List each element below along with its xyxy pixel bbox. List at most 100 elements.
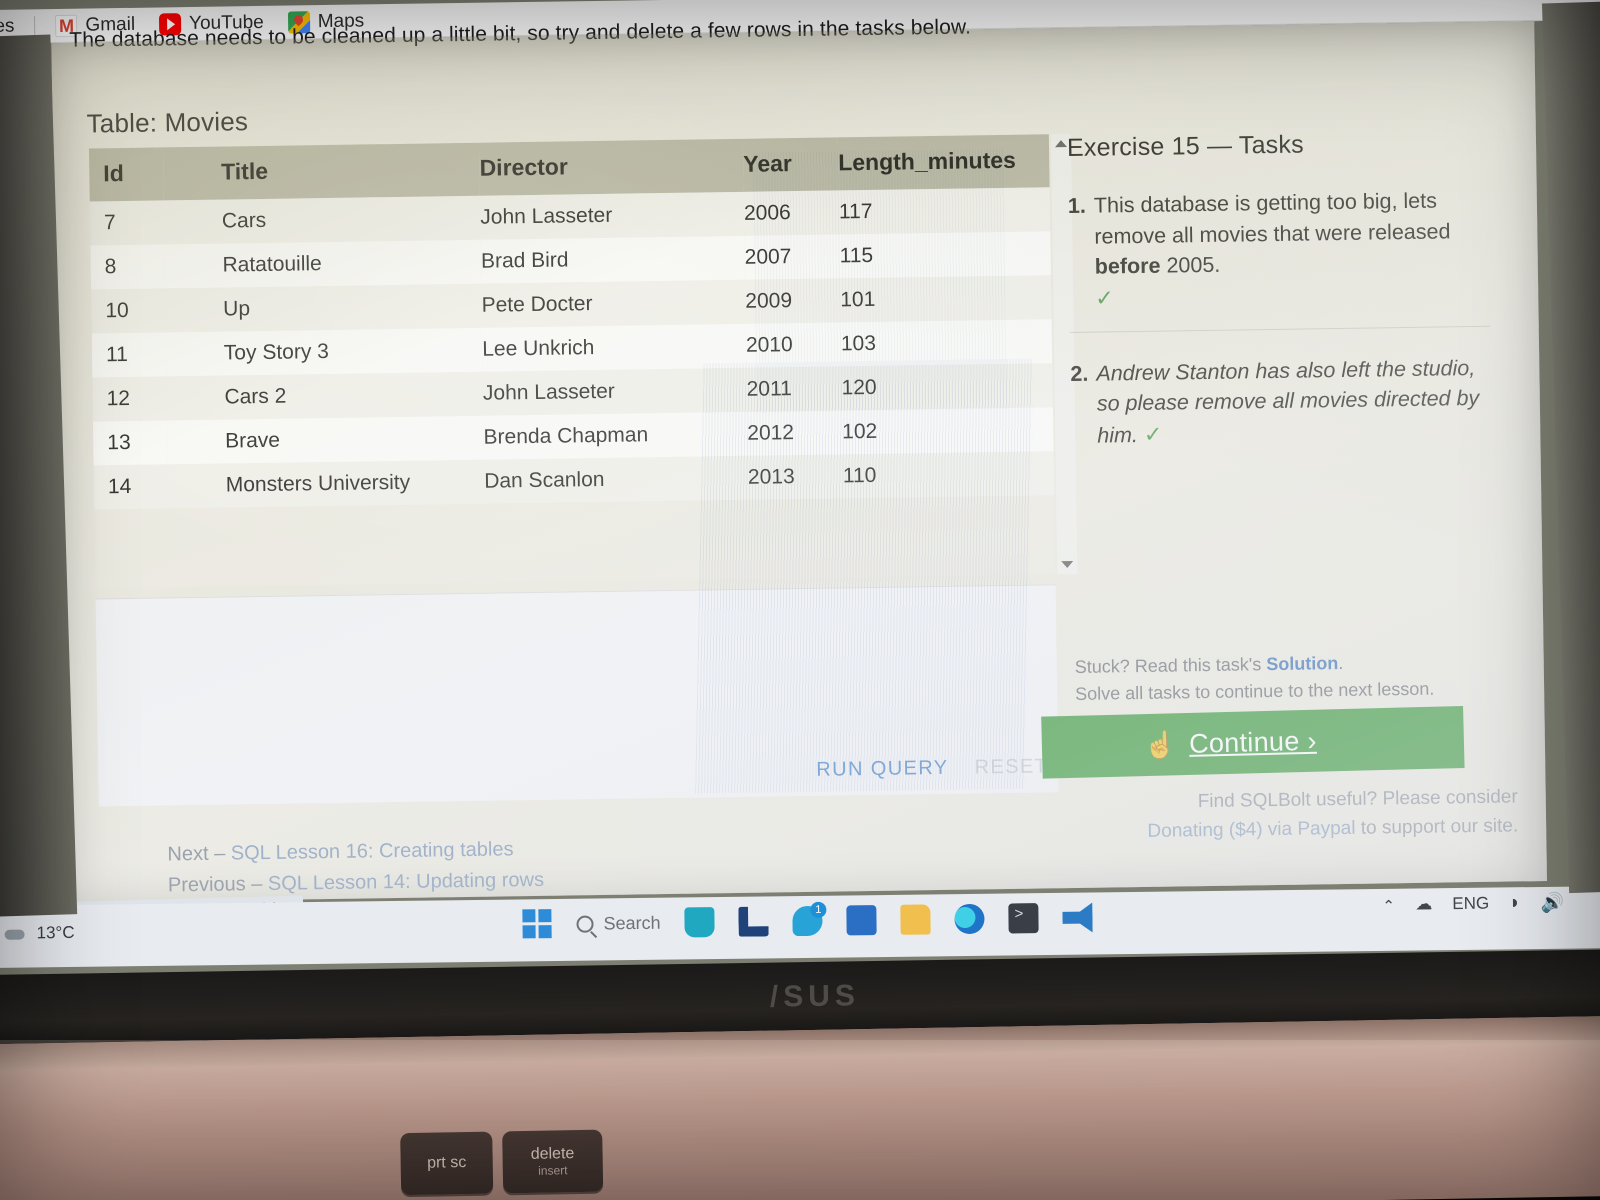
cell-length: 102 (842, 419, 878, 444)
page-title: Table: Movies (86, 106, 249, 139)
column-header-year[interactable]: Year (742, 137, 839, 192)
cell-id: 12 (106, 386, 131, 411)
taskbar-app-icons: Search 1 (522, 901, 1092, 940)
cell-year: 2009 (745, 289, 793, 313)
taskbar-app-icon-chat[interactable]: 1 (792, 901, 827, 937)
cell-title: Brave (224, 428, 281, 453)
cell-director: John Lasseter (482, 379, 616, 405)
cell-year: 2007 (744, 245, 792, 269)
next-lesson-link[interactable]: SQL Lesson 16: Creating tables (231, 838, 514, 864)
stuck-prefix: Stuck? Read this task's (1074, 654, 1267, 677)
sql-query-editor[interactable]: RUN QUERY RESET (95, 584, 1059, 807)
keyboard-key-row: prt sc delete insert (0, 1111, 1600, 1200)
results-table-panel: Id Title Director Year Length_minutes 7 … (88, 133, 1078, 589)
tasks-heading: Exercise 15 — Tasks (1066, 130, 1304, 163)
search-icon (576, 915, 594, 933)
table-body: 7 Cars John Lasseter 2006 117 8 Ratatoui… (89, 187, 1055, 510)
task-text: This database is getting too big, lets r… (1093, 188, 1451, 249)
cell-id: 10 (105, 298, 129, 323)
cell-director: Brad Bird (480, 248, 569, 273)
column-header-director[interactable]: Director (479, 138, 744, 196)
tray-cloud-icon[interactable]: ☁ (1415, 894, 1432, 914)
laptop-keyboard-deck: prt sc delete insert (0, 1015, 1600, 1200)
cell-length: 110 (842, 463, 877, 488)
cell-title: Cars 2 (224, 384, 287, 409)
task-number: 1. (1067, 193, 1087, 219)
taskbar-app-icon-widget[interactable] (684, 907, 715, 938)
solve-note: Solve all tasks to continue to the next … (1074, 678, 1435, 704)
task-1-solved-checkmark: ✓ (1095, 284, 1114, 311)
donate-link[interactable]: Donating ($4) via Paypal (1147, 817, 1355, 841)
bookmark-item-tes[interactable]: tes (0, 15, 19, 37)
taskbar-app-icon-file-explorer[interactable] (900, 904, 931, 935)
key-prt-sc[interactable]: prt sc (400, 1131, 494, 1196)
cloud-icon (2, 925, 28, 941)
continue-button[interactable]: ☝ Continue › (1041, 705, 1465, 779)
run-query-button[interactable]: RUN QUERY (816, 757, 949, 782)
volume-icon[interactable]: 🔊 (1541, 891, 1565, 915)
tasks-panel: Exercise 15 — Tasks 1. This database is … (1067, 128, 1495, 694)
taskbar-search-box[interactable]: Search (576, 912, 661, 934)
mouse-cursor-pointer-icon: ☝ (1143, 729, 1177, 761)
laptop-photo: tes Gmail YouTube Maps The database need… (0, 0, 1600, 1200)
cell-director: John Lasseter (480, 203, 613, 229)
task-divider (1069, 325, 1490, 333)
next-lead: Next – (167, 842, 231, 866)
donate-note: Find SQLBolt useful? Please consider Don… (1118, 783, 1519, 846)
cell-director: Lee Unkrich (482, 336, 595, 361)
cell-length: 117 (838, 199, 873, 224)
laptop-screen: tes Gmail YouTube Maps The database need… (0, 0, 1600, 997)
wifi-icon[interactable]: ◗ (1509, 892, 1521, 914)
taskbar-app-icon-office[interactable] (738, 906, 768, 936)
task-number: 2. (1070, 361, 1089, 386)
tray-expand-chevron-icon[interactable]: ⌄ (1383, 896, 1396, 914)
key-label: delete (530, 1145, 575, 1163)
task-emphasis: before (1094, 253, 1161, 279)
weather-temperature: 13°C (36, 922, 75, 943)
scroll-down-icon[interactable] (1061, 560, 1074, 569)
taskbar-app-icon-edge[interactable] (954, 903, 985, 935)
cell-year: 2011 (746, 377, 792, 401)
reset-button[interactable]: RESET (974, 755, 1048, 779)
task-item-1: 1. This database is getting too big, let… (1068, 185, 1490, 314)
column-header-length[interactable]: Length_minutes (837, 134, 1050, 191)
cell-director: Pete Docter (481, 292, 593, 317)
column-header-id[interactable]: Id (88, 147, 164, 202)
column-header-title[interactable]: Title (162, 142, 481, 201)
cell-length: 120 (841, 375, 877, 400)
movies-table: Id Title Director Year Length_minutes 7 … (88, 134, 1055, 510)
taskbar-app-icon-terminal[interactable] (1008, 903, 1039, 934)
bookmark-separator (34, 15, 36, 36)
cell-id: 8 (104, 255, 117, 279)
previous-lesson-link[interactable]: SQL Lesson 14: Updating rows (268, 869, 544, 895)
cell-title: Monsters University (225, 470, 411, 497)
cell-director: Dan Scanlon (484, 467, 605, 493)
task-list: 1. This database is getting too big, let… (1068, 185, 1492, 452)
sqlbolt-lesson-page: The database needs to be cleaned up a li… (51, 15, 1547, 903)
cell-director: Brenda Chapman (483, 423, 649, 449)
chat-notification-badge: 1 (810, 901, 827, 918)
tray-language-indicator[interactable]: ENG (1452, 894, 1489, 914)
taskbar-app-icon-vscode[interactable] (1062, 902, 1092, 932)
stuck-helper: Stuck? Read this task's Solution. Solve … (1075, 648, 1506, 708)
search-placeholder: Search (603, 912, 661, 933)
solution-link[interactable]: Solution (1266, 653, 1338, 674)
key-sublabel: insert (538, 1163, 568, 1178)
cell-year: 2013 (747, 465, 795, 489)
taskbar-app-icon-store[interactable] (846, 905, 877, 936)
taskbar-weather-widget[interactable]: 13°C (2, 923, 74, 944)
stuck-suffix: . (1338, 652, 1344, 674)
scroll-up-icon[interactable] (1054, 140, 1068, 148)
task-item-2: 2. Andrew Stanton has also left the stud… (1070, 353, 1491, 452)
key-delete[interactable]: delete insert (502, 1129, 604, 1194)
cell-year: 2006 (743, 201, 791, 225)
cell-year: 2010 (745, 333, 793, 357)
cell-title: Cars (221, 208, 267, 233)
cell-id: 11 (105, 342, 128, 367)
previous-lead: Previous – (167, 872, 269, 897)
screen-right-shadow (1541, 1, 1600, 894)
cell-title: Toy Story 3 (223, 339, 330, 365)
windows-start-icon[interactable] (522, 909, 553, 940)
asus-brand-logo: /SUS (769, 979, 861, 1014)
cell-length: 101 (840, 287, 876, 312)
